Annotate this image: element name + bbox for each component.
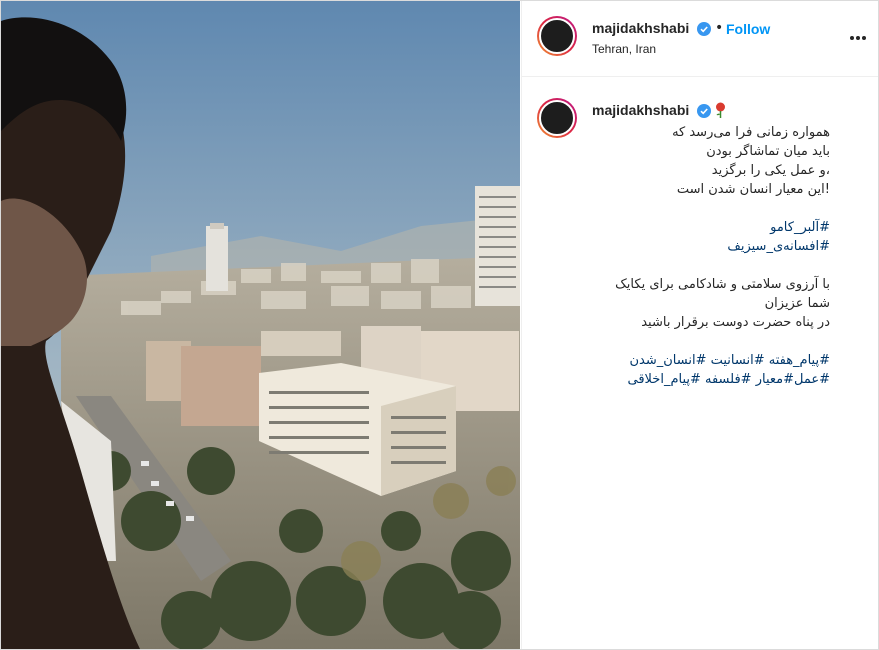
city-view-image <box>1 1 520 649</box>
post-sidebar: majidakhshabi • Follow Tehran, Iran maji… <box>521 1 878 649</box>
location-link[interactable]: Tehran, Iran <box>592 42 656 56</box>
caption-line: باید میان تماشاگر بودن <box>706 144 830 159</box>
hashtag-line[interactable]: #پیام_هفته #انسانیت #انسان_شدن <box>530 351 830 370</box>
author-username[interactable]: majidakhshabi <box>592 20 689 36</box>
rose-icon <box>716 102 725 118</box>
hashtag-line[interactable]: #عمل#معیار #فلسفه #پیام_اخلاقی <box>530 370 830 389</box>
hashtag-link[interactable]: #آلبر_کامو <box>530 218 830 237</box>
instagram-post: majidakhshabi • Follow Tehran, Iran maji… <box>0 0 879 650</box>
separator-dot: • <box>715 20 724 36</box>
more-options-icon[interactable] <box>850 35 868 41</box>
hashtag-link[interactable]: #افسانه‌ی_سیزیف <box>530 237 830 256</box>
caption-line: ،و عمل یکی را برگزید <box>711 163 830 178</box>
caption-line: !این معیار انسان شدن است <box>676 182 830 197</box>
post-photo[interactable] <box>1 1 520 649</box>
verified-badge-icon <box>697 22 711 36</box>
caption-line: شما عزیزان <box>764 296 830 311</box>
follow-button[interactable]: Follow <box>726 21 770 37</box>
caption-username[interactable]: majidakhshabi <box>592 102 689 118</box>
caption-line: با آرزوی سلامتی و شادکامی برای یکایک <box>615 277 830 292</box>
post-header: majidakhshabi • Follow Tehran, Iran <box>522 1 878 77</box>
verified-badge-icon <box>697 104 711 118</box>
caption-line: در پناه حضرت دوست برقرار باشید <box>641 315 830 330</box>
author-avatar[interactable] <box>537 16 577 56</box>
caption-line: همواره زمانی فرا می‌رسد که <box>672 125 830 140</box>
